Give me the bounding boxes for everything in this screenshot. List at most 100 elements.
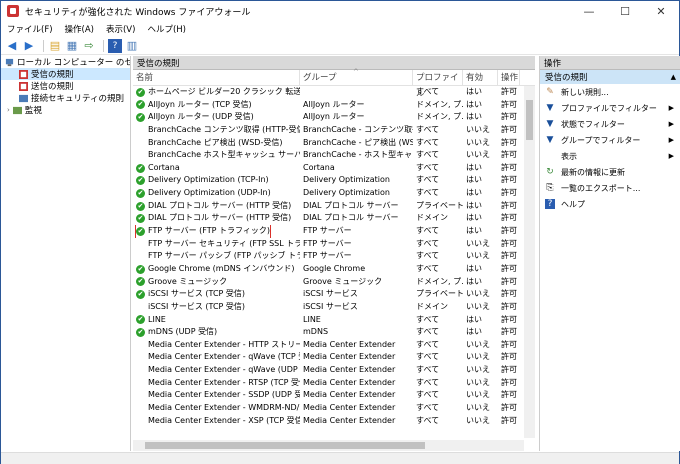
action-item[interactable]: ? ヘルプ	[540, 196, 680, 212]
tree-item-label: 接続セキュリティの規則	[31, 94, 124, 104]
rule-row[interactable]: BranchCache ピア検出 (WSD-受信) BranchCache - ピ…	[133, 137, 535, 150]
submenu-arrow-icon: ▶	[668, 104, 674, 112]
rule-group-cell: Media Center Extender	[303, 365, 396, 375]
rule-profile-cell: すべて	[416, 403, 440, 413]
rule-name-cell: Media Center Extender - qWave (TCP 受信)	[133, 351, 300, 364]
rule-name-cell: ✔ AllJoyn ルーター (UDP 受信)	[133, 111, 300, 124]
forward-arrow-icon[interactable]: ▶	[22, 39, 36, 53]
tree-root[interactable]: ローカル コンピューター のセキュリティ	[1, 56, 130, 68]
rule-group-cell: iSCSI サービス	[303, 301, 358, 311]
rule-action-cell: 許可	[501, 226, 517, 236]
rule-row[interactable]: ✔ DIAL プロトコル サーバー (HTTP 受信) DIAL プロトコル サーバ…	[133, 200, 535, 213]
action-item-label: 状態でフィルター	[561, 119, 625, 129]
expand-chevron-icon[interactable]: ›	[7, 106, 10, 114]
tree-item-outbound-rules[interactable]: 送信の規則	[1, 80, 130, 92]
rule-name-text: iSCSI サービス (TCP 受信)	[148, 301, 246, 311]
rule-row[interactable]: ✔Groove ミュージックGroove ミュージックドメイン, プ...はい許…	[133, 276, 535, 289]
rule-row[interactable]: ✔ FTP サーバー (FTP トラフィック) FTP サーバー すべて はい 許可	[133, 225, 535, 238]
enabled-check-icon: ✔	[136, 100, 145, 110]
rule-row[interactable]: iSCSI サービス (TCP 受信) iSCSI サービス ドメイン いいえ 許可	[133, 301, 535, 314]
rule-row[interactable]: ✔ Google Chrome (mDNS インバウンド) Google Chrom…	[133, 263, 535, 276]
rule-row[interactable]: Media Center Extender - qWave (TCP 受信)Me…	[133, 351, 535, 364]
tree-item-monitoring[interactable]: › 監視	[1, 104, 130, 116]
filter-icon: ▼	[546, 135, 554, 145]
rule-row[interactable]: Media Center Extender - WMDRM-ND/R... Med…	[133, 402, 535, 415]
rule-profile-cell: すべて	[416, 390, 440, 400]
up-folder-icon[interactable]: ▤	[48, 39, 62, 53]
action-item[interactable]: ▼ グループでフィルター ▶	[540, 132, 680, 148]
minimize-button[interactable]: —	[571, 1, 607, 21]
tree-item-inbound-rules[interactable]: 受信の規則	[1, 68, 130, 80]
help-icon[interactable]: ?	[108, 38, 122, 53]
action-item[interactable]: ▼ プロファイルでフィルター ▶	[540, 100, 680, 116]
rule-row[interactable]: BranchCache コンテンツ取得 (HTTP-受信) BranchCache…	[133, 124, 535, 137]
action-item[interactable]: ↻ 最新の情報に更新	[540, 164, 680, 180]
rule-row[interactable]: ✔iSCSI サービス (TCP 受信) iSCSI サービス プライベート...い…	[133, 288, 535, 301]
rule-name-cell: BranchCache ホスト型キャッシュ サーバー (HT...	[133, 149, 300, 162]
rule-row[interactable]: FTP サーバー パッシブ (FTP パッシブ トラフィック...FTP サーバ…	[133, 250, 535, 263]
rule-row[interactable]: ✔ AllJoyn ルーター (TCP 受信) AllJoyn ルーター ドメイン, …	[133, 99, 535, 112]
action-item[interactable]: ⎘ 一覧のエクスポート...	[540, 180, 680, 196]
export-list-icon[interactable]: ⇨	[82, 39, 96, 53]
rule-name: ✔ iSCSI サービス (TCP 受信)	[136, 288, 245, 301]
rule-row[interactable]: ✔ LINE LINE すべて はい 許可	[133, 314, 535, 327]
enabled-check-icon: ✔	[136, 163, 145, 173]
rule-name-text: ホームページ ビルダー20 クラシック 転送予約ブ...	[148, 87, 300, 96]
rule-action-cell: 許可	[501, 251, 517, 261]
rule-action-cell: 許可	[501, 112, 517, 122]
rule-row[interactable]: Media Center Extender - qWave (UDP 受... M…	[133, 364, 535, 377]
show-hide-tree-icon[interactable]: ▦	[65, 39, 79, 53]
rule-row[interactable]: BranchCache ホスト型キャッシュ サーバー (HT...BranchC…	[133, 149, 535, 162]
action-pane-icon[interactable]: ▥	[125, 39, 139, 53]
menu-action[interactable]: 操作(A)	[59, 23, 100, 35]
rule-enabled-cell: はい	[466, 263, 482, 273]
column-name[interactable]: 名前	[133, 69, 300, 86]
rule-row[interactable]: ✔ DIAL プロトコル サーバー (HTTP 受信) DIAL プロトコル サーバ…	[133, 212, 535, 225]
menu-help[interactable]: ヘルプ(H)	[141, 23, 192, 35]
rule-row[interactable]: Media Center Extender - RTSP (TCP 受信) Med…	[133, 377, 535, 390]
action-item[interactable]: ▼ 状態でフィルター ▶	[540, 116, 680, 132]
rule-profile-cell: プライベート	[416, 200, 463, 210]
rule-action-cell: 許可	[501, 327, 517, 337]
rule-name-text: Media Center Extender - XSP (TCP 受信)	[148, 415, 300, 425]
rule-action-cell: 許可	[501, 390, 517, 400]
maximize-button[interactable]: ☐	[607, 1, 643, 21]
rule-name: ✔ Delivery Optimization (TCP-In)	[136, 174, 269, 187]
rule-profile-cell: ドメイン	[416, 213, 448, 223]
rule-row[interactable]: FTP サーバー セキュリティ (FTP SSL トラフィック...FTP サー…	[133, 238, 535, 251]
vertical-scroll-thumb[interactable]	[526, 100, 533, 140]
rule-row[interactable]: ✔ mDNS (UDP 受信) mDNS すべて はい 許可	[133, 326, 535, 339]
rule-action-cell: 許可	[501, 263, 517, 273]
rule-row[interactable]: Media Center Extender - SSDP (UDP 受信) Med…	[133, 389, 535, 402]
actions-section-inbound[interactable]: 受信の規則 ▲	[540, 70, 680, 84]
enabled-check-icon: ✔	[136, 264, 145, 274]
vertical-scrollbar[interactable]	[524, 86, 535, 438]
rule-action-cell: 許可	[501, 365, 517, 375]
tree-item-connection-security[interactable]: 接続セキュリティの規則	[1, 92, 130, 104]
rule-row[interactable]: ✔ホームページ ビルダー20 クラシック 転送予約ブ... すべて はい 許可	[133, 86, 535, 99]
action-item-label: 新しい規則...	[561, 87, 609, 97]
rule-row[interactable]: Media Center Extender - XSP (TCP 受信) Medi…	[133, 415, 535, 428]
close-button[interactable]: ✕	[643, 1, 679, 21]
rule-name: Media Center Extender - qWave (UDP 受...	[136, 364, 300, 377]
rule-name-text: iSCSI サービス (TCP 受信)	[148, 289, 246, 299]
column-action[interactable]: 操作	[498, 69, 520, 86]
action-item[interactable]: 表示 ▶	[540, 148, 680, 164]
rule-name-cell: ✔ Cortana	[133, 162, 300, 175]
rule-row[interactable]: ✔ Delivery Optimization (UDP-In) Delivery …	[133, 187, 535, 200]
rule-row[interactable]: Media Center Extender - HTTP ストリーミ...Med…	[133, 339, 535, 352]
rule-row[interactable]: ✔ Cortana Cortana すべて はい 許可	[133, 162, 535, 175]
rule-row[interactable]: ✔ AllJoyn ルーター (UDP 受信) AllJoyn ルーター ドメイン, …	[133, 111, 535, 124]
column-profile[interactable]: プロファイル	[413, 69, 463, 99]
action-item[interactable]: ✎ 新しい規則...	[540, 84, 680, 100]
rule-row[interactable]: ✔ Delivery Optimization (TCP-In) Delivery …	[133, 174, 535, 187]
action-item-label: グループでフィルター	[561, 135, 641, 145]
collapse-arrow-icon[interactable]: ▲	[671, 73, 676, 81]
menu-file[interactable]: ファイル(F)	[1, 23, 59, 35]
menu-view[interactable]: 表示(V)	[100, 23, 141, 35]
horizontal-scroll-thumb[interactable]	[145, 442, 425, 449]
horizontal-scrollbar[interactable]	[133, 440, 524, 451]
column-enabled[interactable]: 有効	[463, 69, 498, 86]
back-arrow-icon[interactable]: ◀	[5, 39, 19, 53]
rule-name: BranchCache ピア検出 (WSD-受信)	[136, 137, 282, 150]
